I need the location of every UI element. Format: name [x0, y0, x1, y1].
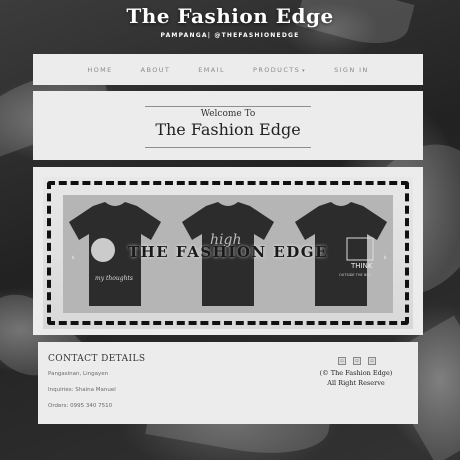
contact-footer: CONTACT DETAILS Pangasinan, Lingayen Inq… [38, 342, 418, 424]
contact-address: Pangasinan, Lingayen [48, 371, 109, 377]
welcome-subtitle: Welcome To [200, 109, 256, 119]
copyright-notice: (© The Fashion Edge) All Right Reserve [306, 368, 406, 388]
carousel-slide: my thoughts high THINK OUTSIDE THE BOX T… [43, 177, 413, 329]
nav-home[interactable]: HOME [73, 66, 126, 74]
nav-sign-in[interactable]: SIGN IN [320, 66, 383, 74]
copyright-line-2: All Right Reserve [327, 379, 385, 387]
social-icon-3[interactable]: ▫ [368, 357, 376, 365]
welcome-title: The Fashion Edge [155, 120, 301, 139]
main-navbar: HOME ABOUT EMAIL PRODUCTS ▾ SIGN IN [33, 54, 423, 85]
nav-about[interactable]: ABOUT [127, 66, 185, 74]
carousel-next-arrow-icon[interactable]: › [379, 253, 391, 263]
contact-inquiries: Inquiries: Shaina Manuel [48, 387, 116, 393]
caret-down-icon: ▾ [302, 67, 307, 74]
copyright-line-1: (© The Fashion Edge) [319, 369, 393, 377]
nav-products-label: PRODUCTS [253, 65, 301, 74]
welcome-box: Welcome To The Fashion Edge [145, 106, 311, 148]
nav-products-dropdown[interactable]: PRODUCTS ▾ [239, 66, 320, 74]
site-header: The Fashion Edge PAMPANGA| @THEFASHIONED… [0, 0, 460, 39]
site-tagline: PAMPANGA| @THEFASHIONEDGE [160, 32, 300, 39]
nav-email[interactable]: EMAIL [184, 66, 239, 74]
carousel-prev-arrow-icon[interactable]: ‹ [67, 253, 79, 263]
social-icon-1[interactable]: ▫ [338, 357, 346, 365]
social-icon-2[interactable]: ▫ [353, 357, 361, 365]
contact-heading: CONTACT DETAILS [48, 354, 146, 364]
site-title[interactable]: The Fashion Edge [0, 4, 460, 28]
image-carousel: my thoughts high THINK OUTSIDE THE BOX T… [33, 167, 423, 335]
social-links: ▫ ▫ ▫ [338, 357, 376, 365]
contact-orders: Orders: 0995 340 7510 [48, 403, 113, 409]
carousel-caption: THE FASHION EDGE [127, 243, 329, 261]
welcome-banner: Welcome To The Fashion Edge [33, 91, 423, 160]
